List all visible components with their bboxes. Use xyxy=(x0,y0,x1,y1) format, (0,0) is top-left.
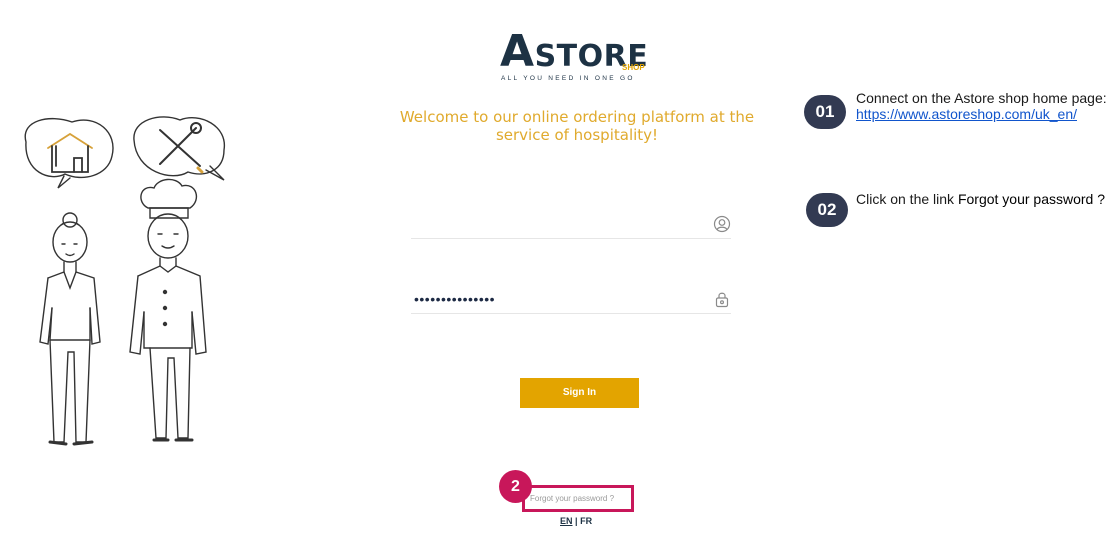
lang-fr-link[interactable]: FR xyxy=(580,516,592,526)
username-field[interactable] xyxy=(411,210,731,239)
logo-shop: SHOP xyxy=(622,63,645,72)
sign-in-button[interactable]: Sign In xyxy=(520,378,639,408)
chef-figure xyxy=(129,178,207,442)
user-icon xyxy=(713,215,731,233)
house-icon xyxy=(47,132,93,173)
forgot-password-highlight: Forgot your password ? xyxy=(522,485,634,512)
tools-icon xyxy=(159,122,204,174)
step-01-text: Connect on the Astore shop home page: ht… xyxy=(856,90,1108,122)
woman-figure xyxy=(39,212,101,446)
house-thought-bubble xyxy=(24,118,114,189)
step-02-text: Click on the link Forgot your password ? xyxy=(856,191,1108,207)
step-marker-2: 2 xyxy=(499,470,532,503)
lock-icon xyxy=(715,292,729,308)
step-01-description: Connect on the Astore shop home page: xyxy=(856,90,1107,106)
astoreshop-link[interactable]: https://www.astoreshop.com/uk_en/ xyxy=(856,106,1077,122)
step-01-badge: 01 xyxy=(804,95,846,129)
lang-en-link[interactable]: EN xyxy=(560,516,573,526)
logo-tagline: ALL YOU NEED IN ONE GO xyxy=(501,75,635,82)
step-02-description: Click on the link xyxy=(856,191,958,207)
lang-separator: | xyxy=(575,516,578,526)
logo-initial: A xyxy=(500,26,535,77)
staff-illustration xyxy=(24,116,225,446)
password-value: ••••••••••••••• xyxy=(414,291,496,307)
step-02-badge: 02 xyxy=(806,193,848,227)
password-field[interactable]: ••••••••••••••• xyxy=(411,285,731,314)
tools-thought-bubble xyxy=(133,116,225,181)
language-switch: EN | FR xyxy=(560,516,592,526)
welcome-heading: Welcome to our online ordering platform … xyxy=(399,108,755,144)
astore-logo: ASTORE SHOP ALL YOU NEED IN ONE GO xyxy=(500,30,660,86)
forgot-password-link[interactable]: Forgot your password ? xyxy=(530,494,614,503)
step-02-link-name: Forgot your password ? xyxy=(957,191,1106,207)
